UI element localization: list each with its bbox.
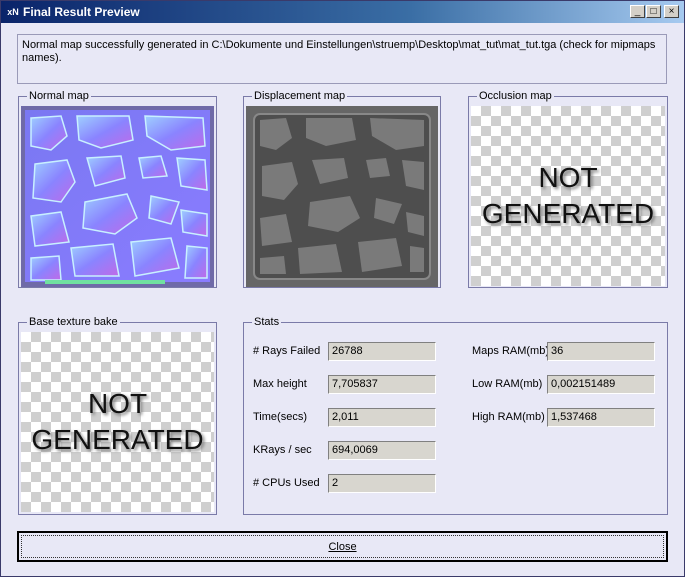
- time-field[interactable]: 2,011: [328, 408, 436, 427]
- normal-map-group: Normal map: [18, 89, 217, 288]
- rays-failed-label: # Rays Failed: [253, 345, 321, 357]
- close-button[interactable]: Close: [17, 531, 668, 562]
- title-bar[interactable]: xN Final Result Preview _ □ ×: [1, 1, 684, 23]
- low-ram-label: Low RAM(mb): [472, 378, 543, 390]
- high-ram-field[interactable]: 1,537468: [547, 408, 655, 427]
- high-ram-label: High RAM(mb): [472, 411, 545, 423]
- normal-map-preview: [21, 106, 214, 287]
- close-button-label: Close: [328, 540, 357, 553]
- occlusion-map-preview: NOT GENERATED: [471, 106, 665, 286]
- occlusion-map-label: Occlusion map: [477, 89, 554, 103]
- minimize-button[interactable]: _: [630, 5, 645, 18]
- app-icon: xN: [7, 7, 19, 17]
- close-window-button[interactable]: ×: [664, 5, 679, 18]
- not-label: NOT: [87, 388, 148, 419]
- maps-ram-label: Maps RAM(mb): [472, 345, 550, 357]
- cpus-used-label: # CPUs Used: [253, 477, 320, 489]
- maps-ram-field[interactable]: 36: [547, 342, 655, 361]
- not-label: NOT: [538, 162, 598, 193]
- not-generated-text: NOT GENERATED: [471, 106, 665, 286]
- generated-label: GENERATED: [481, 198, 655, 229]
- time-label: Time(secs): [253, 411, 307, 423]
- displacement-map-preview: [246, 106, 438, 287]
- cpus-used-field[interactable]: 2: [328, 474, 436, 493]
- displacement-map-group: Displacement map: [243, 89, 441, 288]
- normal-map-label: Normal map: [27, 89, 91, 103]
- max-height-label: Max height: [253, 378, 307, 390]
- max-height-field[interactable]: 7,705837: [328, 375, 436, 394]
- displacement-map-label: Displacement map: [252, 89, 348, 103]
- rays-failed-field[interactable]: 26788: [328, 342, 436, 361]
- stats-group: Stats # Rays Failed 26788 Max height 7,7…: [243, 315, 668, 515]
- window-title: Final Result Preview: [23, 5, 140, 19]
- occlusion-map-group: Occlusion map NOT GENERATED: [468, 89, 668, 288]
- krays-label: KRays / sec: [253, 444, 312, 456]
- not-generated-text: NOT GENERATED: [21, 332, 214, 512]
- generated-label: GENERATED: [31, 424, 204, 455]
- maximize-button[interactable]: □: [646, 5, 661, 18]
- close-button-focus: Close: [21, 535, 664, 558]
- base-texture-bake-group: Base texture bake NOT GENERATED: [18, 315, 217, 515]
- base-texture-bake-label: Base texture bake: [27, 315, 120, 329]
- krays-field[interactable]: 694,0069: [328, 441, 436, 460]
- low-ram-field[interactable]: 0,002151489: [547, 375, 655, 394]
- base-texture-preview: NOT GENERATED: [21, 332, 214, 512]
- stats-label: Stats: [252, 315, 282, 329]
- final-result-preview-window: xN Final Result Preview _ □ × Normal map…: [0, 0, 685, 577]
- status-message: Normal map successfully generated in C:\…: [17, 34, 667, 84]
